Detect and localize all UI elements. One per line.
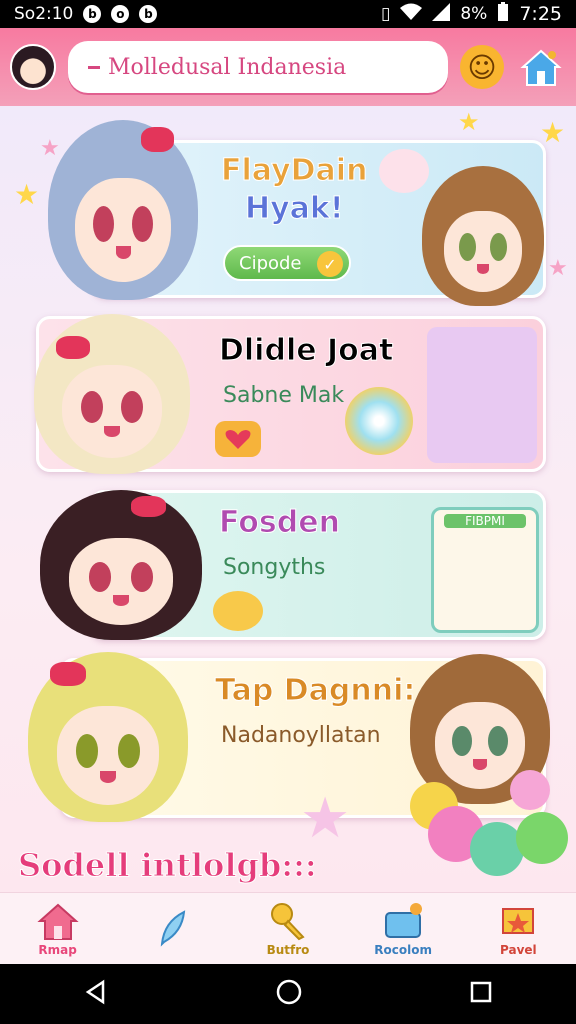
home-icon [36, 901, 79, 941]
recents-button[interactable] [469, 980, 493, 1008]
character-blue-hair [48, 120, 198, 300]
balloon-icon [510, 770, 550, 810]
nav-item-toolbox[interactable]: Rocolom [353, 901, 453, 957]
b-app-icon: b [83, 5, 102, 23]
toolbox-icon [382, 901, 424, 941]
badge-frame: FIBPMI [431, 507, 539, 633]
main-content: ★ ★ ★ ★ ★ FlayDain Hyak! Cipode ✓ Dlidle… [0, 106, 576, 892]
character-brown-hair [422, 166, 544, 306]
star-icon: ★ [14, 178, 40, 211]
home-icon[interactable] [516, 45, 566, 89]
o-app-icon: o [111, 5, 130, 23]
card-title: Dlidle Joat [218, 333, 394, 369]
character-yellow-hair [28, 652, 188, 822]
clock: 7:25 [519, 3, 562, 25]
nav-item-star[interactable]: Pavel [468, 901, 568, 957]
play-button[interactable]: Cipode ✓ [223, 245, 351, 281]
card-title-line1: FlayDain [220, 153, 368, 189]
card-title: Tap Dagnni: [214, 673, 416, 709]
star-icon: ★ [300, 786, 351, 851]
status-carrier-text: So2:10 [14, 4, 74, 24]
search-dash-icon [88, 65, 100, 69]
badge-text: FIBPMI [444, 514, 526, 528]
app-header: Molledusal Indanesia ☺ [0, 28, 576, 106]
star-icon: ★ [540, 116, 566, 149]
rainbow-mascot-icon [345, 387, 413, 455]
card-subtitle: Nadanoyllatan [221, 723, 381, 748]
smiley-icon[interactable]: ☺ [460, 45, 504, 89]
key-icon [267, 901, 309, 941]
signal-icon [432, 2, 451, 26]
nav-label: Rmap [38, 942, 77, 957]
status-right: ▯ 8% 7:25 [380, 1, 562, 27]
balloon-icon [470, 822, 524, 876]
status-bar: So2:10 b o b ▯ 8% 7:25 [0, 0, 576, 28]
nav-item-home[interactable]: Rmap [8, 901, 108, 957]
vibrate-icon: ▯ [380, 4, 391, 24]
battery-icon [497, 1, 509, 27]
feather-icon [152, 908, 194, 948]
avatar[interactable] [10, 44, 56, 90]
nav-item-key[interactable]: Butfro [238, 901, 338, 957]
nav-label: Pavel [500, 942, 537, 957]
star-icon: ★ [548, 256, 568, 281]
home-button[interactable] [275, 978, 303, 1010]
character-blonde-hair [34, 314, 190, 474]
cloud-mascot-icon [379, 149, 429, 193]
balloon-icon [516, 812, 568, 864]
star-icon: ★ [458, 108, 480, 136]
nav-item-feather[interactable] [123, 908, 223, 950]
star-badge-icon [497, 901, 539, 941]
search-input[interactable]: Molledusal Indanesia [68, 41, 448, 93]
card-subtitle: Sabne Mak [223, 383, 345, 408]
play-button-label: Cipode [239, 252, 302, 274]
blob-mascot-icon [213, 591, 263, 631]
character-portrait-frame [427, 327, 537, 463]
nav-label: Butfro [266, 942, 310, 957]
nav-label: Rocolom [374, 942, 432, 957]
back-button[interactable] [83, 979, 109, 1009]
heart-folder-icon [215, 421, 261, 457]
status-left: So2:10 b o b [14, 4, 158, 24]
bottom-banner-text: Sodell intlolgb::: [18, 846, 318, 885]
bottom-nav: Rmap Butfro Rocolom Pavel [0, 892, 576, 964]
search-text: Molledusal Indanesia [108, 54, 347, 80]
character-dark-hair [40, 490, 202, 640]
card-title: Fosden [219, 505, 341, 541]
card-title-line2: Hyak! [245, 191, 345, 227]
card-subtitle: Songyths [223, 555, 326, 580]
b-app-icon: b [139, 5, 158, 23]
wifi-icon [400, 3, 423, 26]
system-nav-bar [0, 964, 576, 1024]
star-icon: ★ [40, 136, 60, 161]
battery-level: 8% [460, 4, 488, 24]
check-icon: ✓ [317, 251, 343, 277]
